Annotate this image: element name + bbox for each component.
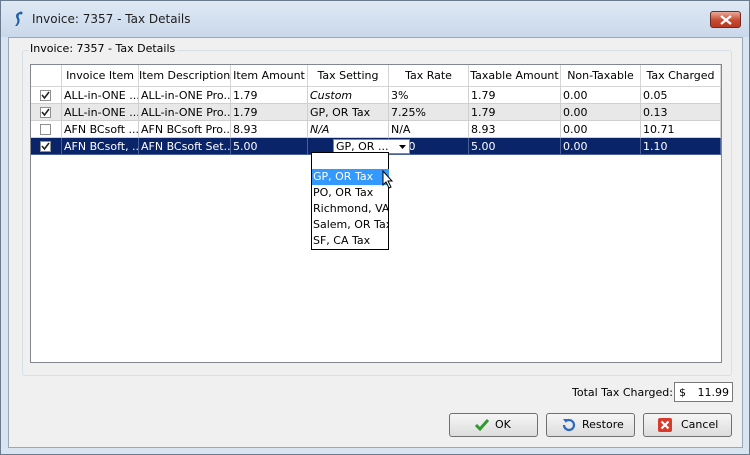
cell-tax-setting[interactable]: Custom [308,87,389,104]
chevron-down-icon[interactable] [399,145,406,149]
row-checkbox[interactable] [40,90,51,101]
cell-tax-rate: 7.25% [389,104,469,121]
window-title: Invoice: 7357 - Tax Details [32,12,191,26]
table-row[interactable]: ALL-in-ONE ... ALL-in-ONE Pro... 1.79 GP… [31,104,721,121]
row-check-cell [31,121,62,138]
row-checkbox[interactable] [40,124,51,135]
header-tax-charged[interactable]: Tax Charged [641,65,721,87]
total-tax-field[interactable]: $ 11.99 [674,382,733,402]
cell-non-taxable: 0.00 [561,104,641,121]
checkmark-icon [474,419,490,432]
cell-item-amount: 5.00 [231,138,308,155]
cell-tax-charged: 0.05 [641,87,721,104]
cell-tax-charged: 0.13 [641,104,721,121]
cancel-button[interactable]: Cancel [643,413,732,437]
cell-item-description: AFN BCsoft Set... [139,138,231,155]
close-button[interactable] [710,11,741,28]
header-non-taxable[interactable]: Non-Taxable [561,65,641,87]
cell-tax-charged: 10.71 [641,121,721,138]
row-check-cell [31,104,62,121]
dropdown-option-richmond-va[interactable]: Richmond, VA Tax [312,201,389,217]
app-icon [15,11,23,26]
cell-tax-rate: 3% [389,87,469,104]
cell-item-amount: 8.93 [231,121,308,138]
header-tax-setting[interactable]: Tax Setting [308,65,389,87]
checkmark-icon [41,142,50,151]
grid-header: Invoice Item Item Description Item Amoun… [31,65,721,87]
cell-non-taxable: 0.00 [561,138,641,155]
cell-item-description: AFN BCsoft Pro... [139,121,231,138]
total-tax-value: 11.99 [697,386,730,399]
checkmark-icon [41,91,50,100]
restore-button[interactable]: Restore [546,413,635,437]
currency-symbol: $ [679,386,686,399]
header-taxable-amount[interactable]: Taxable Amount [469,65,561,87]
tax-setting-dropdown[interactable]: GP, OR Tax PO, OR Tax Richmond, VA Tax S… [311,152,389,250]
dropdown-option-gp-or[interactable]: GP, OR Tax [312,169,389,185]
total-tax-label: Total Tax Charged: [572,386,673,399]
cell-invoice-item: ALL-in-ONE ... [62,87,139,104]
ok-label: OK [495,418,511,431]
cell-non-taxable: 0.00 [561,121,641,138]
header-invoice-item[interactable]: Invoice Item [62,65,139,87]
ok-button[interactable]: OK [449,413,538,437]
row-checkbox[interactable] [40,107,51,118]
dropdown-option-po-or[interactable]: PO, OR Tax [312,185,389,201]
cell-invoice-item: ALL-in-ONE ... [62,104,139,121]
dropdown-option-sf-ca[interactable]: SF, CA Tax [312,233,389,249]
cell-taxable-amount: 1.79 [469,104,561,121]
header-item-description[interactable]: Item Description [139,65,231,87]
table-row[interactable]: ALL-in-ONE ... ALL-in-ONE Pro... 1.79 Cu… [31,87,721,104]
restore-icon [562,418,576,432]
cell-non-taxable: 0.00 [561,87,641,104]
cell-taxable-amount: 8.93 [469,121,561,138]
title-bar[interactable]: Invoice: 7357 - Tax Details [1,1,749,37]
cell-tax-setting[interactable]: N/A [308,121,389,138]
tax-details-window: Invoice: 7357 - Tax Details Invoice: 735… [0,0,750,455]
group-title: Invoice: 7357 - Tax Details [28,42,178,55]
cell-invoice-item: AFN BCsoft ... [62,121,139,138]
restore-label: Restore [582,418,624,431]
row-check-cell [31,87,62,104]
table-row[interactable]: AFN BCsoft ... AFN BCsoft Pro... 8.93 N/… [31,121,721,138]
header-check[interactable] [31,65,62,87]
cell-item-description: ALL-in-ONE Pro... [139,87,231,104]
header-item-amount[interactable]: Item Amount [231,65,308,87]
cell-item-amount: 1.79 [231,104,308,121]
cell-item-amount: 1.79 [231,87,308,104]
cell-invoice-item: AFN BCsoft, ... [62,138,139,155]
cell-taxable-amount: 1.79 [469,87,561,104]
cancel-icon [658,418,672,432]
cancel-label: Cancel [681,418,719,431]
cell-item-description: ALL-in-ONE Pro... [139,104,231,121]
dropdown-option-salem-or[interactable]: Salem, OR Tax [312,217,389,233]
row-check-cell [31,138,62,155]
cell-tax-charged: 1.10 [641,138,721,155]
checkmark-icon [41,108,50,117]
cell-tax-rate: N/A [389,121,469,138]
cell-tax-setting[interactable]: GP, OR Tax [308,104,389,121]
cell-taxable-amount: 5.00 [469,138,561,155]
mouse-cursor-icon [382,170,394,189]
header-tax-rate[interactable]: Tax Rate [389,65,469,87]
close-icon [720,15,732,25]
row-checkbox[interactable] [40,141,51,152]
